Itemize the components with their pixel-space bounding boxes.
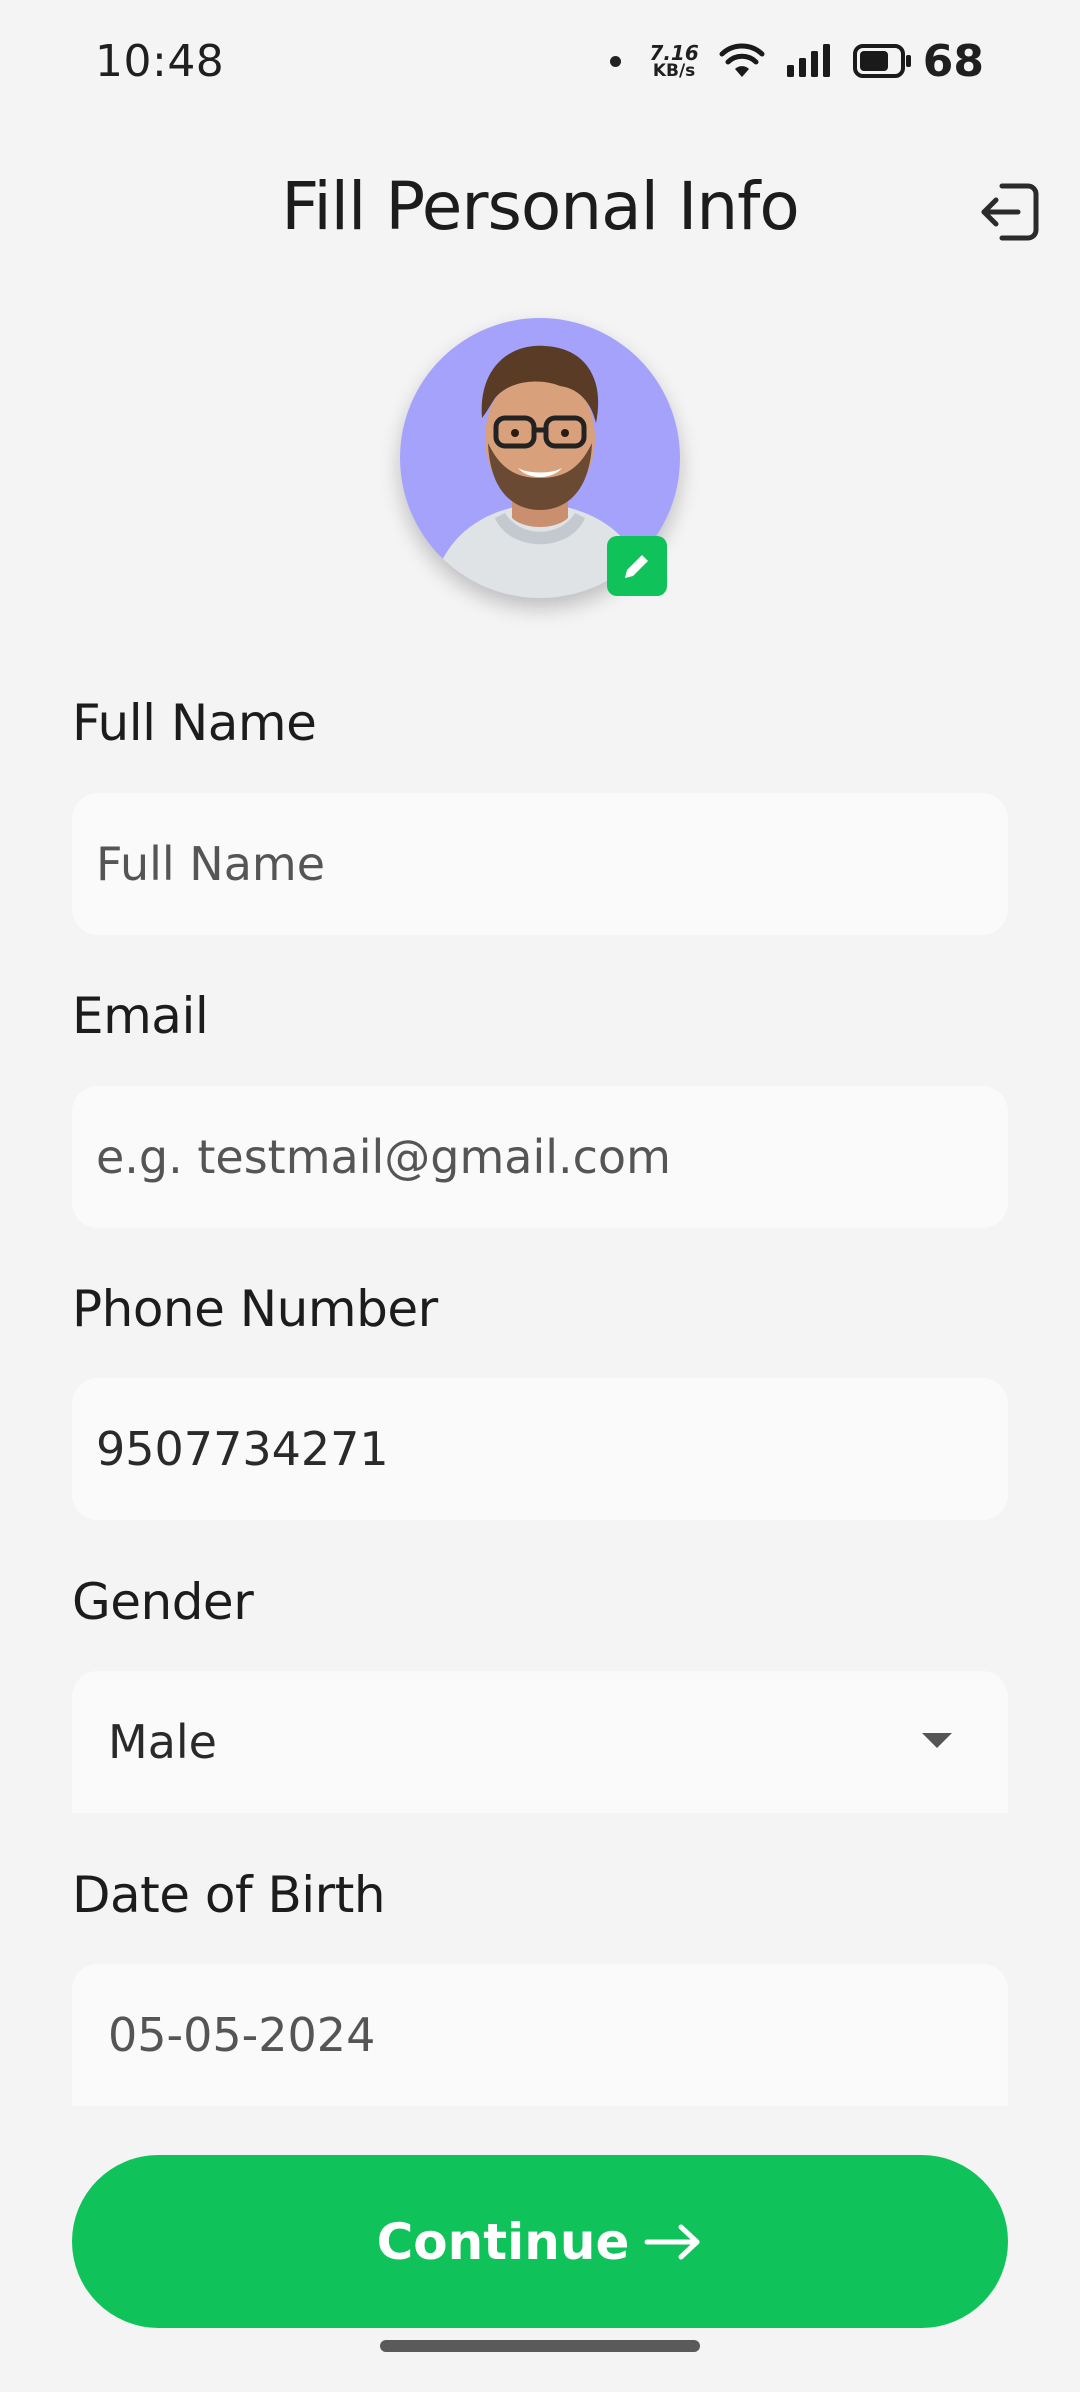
arrow-right-icon [644,2224,700,2259]
status-bar: 10:48 7.16 KB/s 68 [0,0,1080,130]
signal-icon [786,44,830,77]
network-speed: 7.16 KB/s [649,43,698,80]
gender-select-value: Male [108,1715,217,1769]
continue-button-label: Continue [376,2212,630,2271]
battery-icon [852,44,911,78]
status-time: 10:48 [95,36,225,87]
notification-dot-icon [610,55,622,67]
network-speed-value: 7.16 [649,40,699,65]
email-label: Email [72,987,209,1045]
phone-number-input[interactable]: 9507734271 [72,1378,1008,1520]
network-speed-unit: KB/s [652,60,696,81]
gender-label: Gender [72,1573,254,1631]
home-indicator [380,2340,700,2352]
date-of-birth-label: Date of Birth [72,1866,386,1924]
email-input[interactable]: e.g. testmail@gmail.com [72,1086,1008,1228]
logout-icon [981,183,1039,241]
status-icons: 7.16 KB/s 68 [610,35,984,87]
date-of-birth-input[interactable]: 05-05-2024 [72,1964,1008,2106]
pencil-icon [625,552,651,578]
battery-level: 68 [922,35,984,87]
edit-avatar-button[interactable] [607,536,667,596]
phone-number-label: Phone Number [72,1280,438,1338]
dropdown-caret-icon [922,1733,952,1748]
battery: 68 [852,35,984,87]
profile-avatar-wrapper [400,318,680,598]
logout-button[interactable] [976,178,1044,246]
full-name-input[interactable]: Full Name [72,793,1008,935]
full-name-label: Full Name [72,694,317,752]
continue-button[interactable]: Continue [72,2155,1008,2328]
wifi-icon [719,43,765,77]
page-title: Fill Personal Info [281,168,800,245]
gender-select[interactable]: Male [72,1671,1008,1813]
